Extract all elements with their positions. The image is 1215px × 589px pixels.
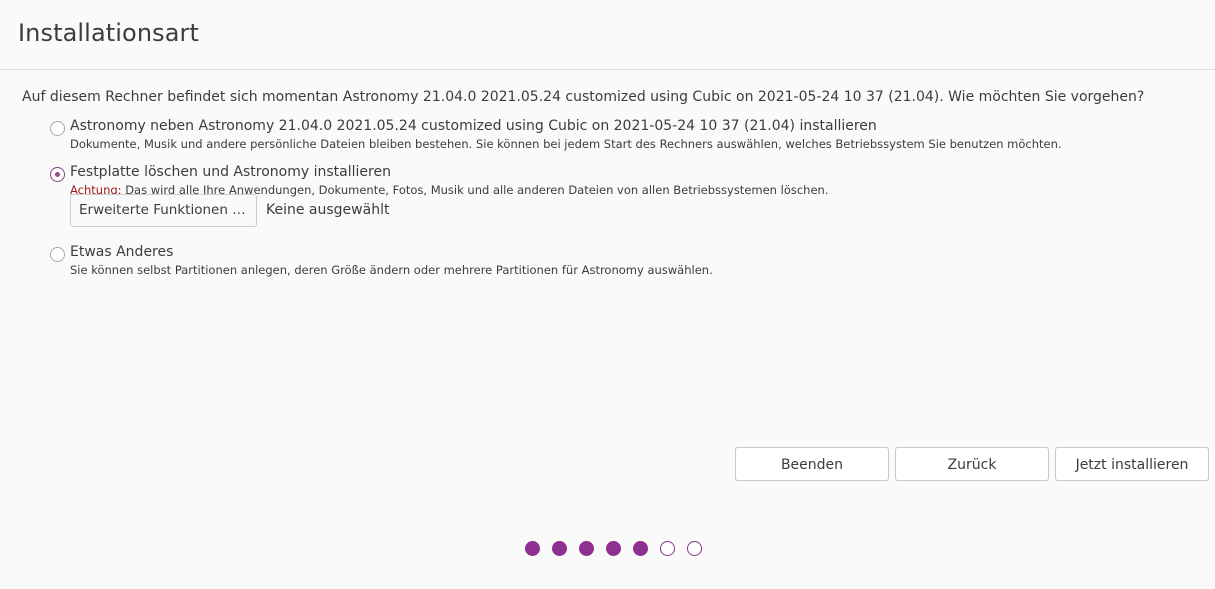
progress-dot	[525, 541, 540, 556]
option-label: Festplatte löschen und Astronomy install…	[70, 164, 391, 180]
option-description: Dokumente, Musik und andere persönliche …	[70, 137, 1062, 151]
advanced-features-button[interactable]: Erweiterte Funktionen …	[70, 194, 257, 227]
progress-dot	[633, 541, 648, 556]
progress-dot	[660, 541, 675, 556]
progress-dot	[606, 541, 621, 556]
option-label: Etwas Anderes	[70, 244, 174, 260]
option-description: Sie können selbst Partitionen anlegen, d…	[70, 263, 713, 277]
install-now-button[interactable]: Jetzt installieren	[1055, 447, 1209, 481]
question-text: Auf diesem Rechner befindet sich momenta…	[22, 89, 1145, 105]
radio-something-else[interactable]	[50, 247, 65, 262]
progress-dot	[687, 541, 702, 556]
radio-erase-disk[interactable]	[50, 167, 65, 182]
page-title: Installationsart	[18, 19, 200, 47]
back-button[interactable]: Zurück	[895, 447, 1049, 481]
advanced-features-status: Keine ausgewählt	[266, 202, 390, 218]
header: Installationsart	[0, 0, 1215, 70]
option-label: Astronomy neben Astronomy 21.04.0 2021.0…	[70, 118, 877, 134]
radio-install-alongside[interactable]	[50, 121, 65, 136]
progress-dot	[552, 541, 567, 556]
quit-button[interactable]: Beenden	[735, 447, 889, 481]
progress-dot	[579, 541, 594, 556]
